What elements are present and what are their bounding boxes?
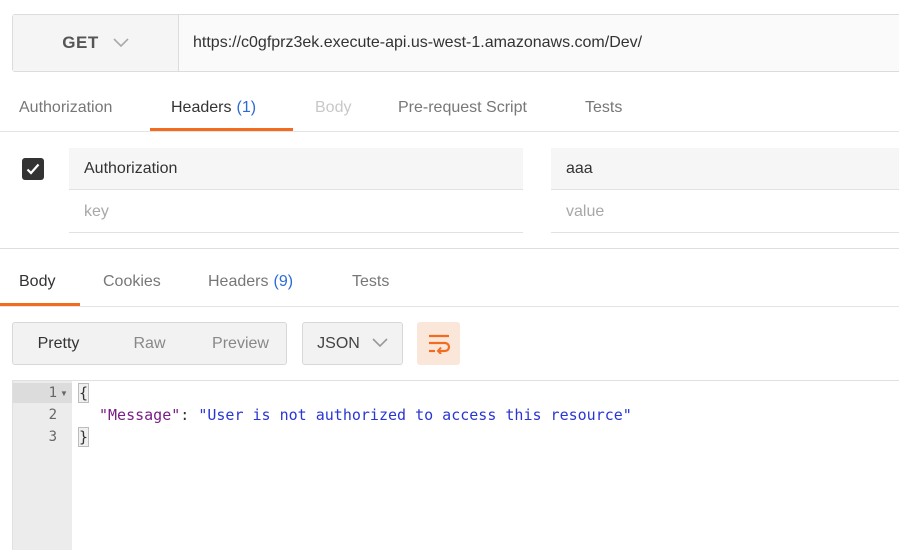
- wrap-lines-icon: [428, 334, 450, 354]
- response-body-editor[interactable]: 1 ▼ 2 3 { "Message": "User is not author…: [12, 380, 899, 550]
- request-tabs: Authorization Headers (1) Body Pre-reque…: [0, 84, 899, 132]
- url-input[interactable]: https://c0gfprz3ek.execute-api.us-west-1…: [179, 15, 899, 71]
- json-colon: :: [180, 406, 199, 424]
- response-headers-count: (9): [273, 272, 294, 290]
- wrap-lines-button[interactable]: [417, 322, 460, 365]
- tab-cookies[interactable]: Cookies: [103, 258, 161, 305]
- tab-label: Cookies: [103, 272, 161, 290]
- format-select[interactable]: JSON: [302, 322, 403, 365]
- method-label: GET: [62, 33, 99, 52]
- headers-count: (1): [236, 98, 257, 116]
- tab-body[interactable]: Body: [315, 84, 351, 131]
- line-number-gutter: 1 ▼ 2 3: [13, 381, 72, 550]
- tab-label: Tests: [352, 272, 390, 290]
- active-response-tab-indicator: [0, 303, 80, 306]
- tab-label: Body: [19, 272, 56, 290]
- response-tabs: Body Cookies Headers (9) Tests: [0, 258, 899, 307]
- tab-label: Body: [315, 98, 352, 116]
- check-icon: [26, 163, 40, 175]
- tab-authorization[interactable]: Authorization: [19, 84, 112, 131]
- tab-response-tests[interactable]: Tests: [352, 258, 389, 305]
- code-line-1: {: [77, 383, 90, 403]
- chevron-down-icon: [372, 335, 388, 353]
- header-value-placeholder[interactable]: value: [551, 191, 899, 233]
- active-tab-indicator: [150, 128, 293, 131]
- header-row-new: key value: [0, 191, 899, 233]
- pretty-button[interactable]: Pretty: [13, 323, 104, 364]
- section-divider: [0, 248, 899, 249]
- tab-label: Pre-request Script: [398, 98, 527, 116]
- header-row: Authorization aaa: [0, 148, 899, 190]
- tab-response-body[interactable]: Body: [19, 258, 55, 305]
- tab-label: Headers: [208, 272, 269, 290]
- tab-label: Headers: [171, 98, 232, 116]
- format-label: JSON: [317, 334, 360, 352]
- line-number: 3: [48, 429, 57, 445]
- close-brace: }: [77, 427, 90, 447]
- json-key: "Message": [99, 406, 181, 424]
- tab-pre-request-script[interactable]: Pre-request Script: [398, 84, 527, 131]
- header-key-placeholder[interactable]: key: [69, 191, 523, 233]
- open-brace: {: [77, 383, 90, 403]
- preview-button[interactable]: Preview: [195, 323, 286, 364]
- line-number: 2: [48, 407, 57, 423]
- header-value-field[interactable]: aaa: [551, 148, 899, 190]
- tab-tests[interactable]: Tests: [585, 84, 622, 131]
- tab-label: Tests: [585, 98, 623, 116]
- json-string-value: "User is not authorized to access this r…: [198, 406, 632, 424]
- request-bar: GET https://c0gfprz3ek.execute-api.us-we…: [12, 14, 899, 72]
- code-line-2: "Message": "User is not authorized to ac…: [99, 405, 632, 425]
- tab-headers[interactable]: Headers (1): [171, 84, 256, 131]
- fold-toggle-icon[interactable]: ▼: [60, 389, 68, 398]
- raw-button[interactable]: Raw: [104, 323, 195, 364]
- view-mode-toggle: Pretty Raw Preview: [12, 322, 287, 365]
- header-enabled-checkbox[interactable]: [22, 158, 44, 180]
- code-line-3: }: [77, 427, 90, 447]
- method-select[interactable]: GET: [13, 15, 179, 71]
- header-key-field[interactable]: Authorization: [69, 148, 523, 190]
- tab-label: Authorization: [19, 98, 113, 116]
- tab-response-headers[interactable]: Headers (9): [208, 258, 293, 305]
- chevron-down-icon: [113, 38, 129, 48]
